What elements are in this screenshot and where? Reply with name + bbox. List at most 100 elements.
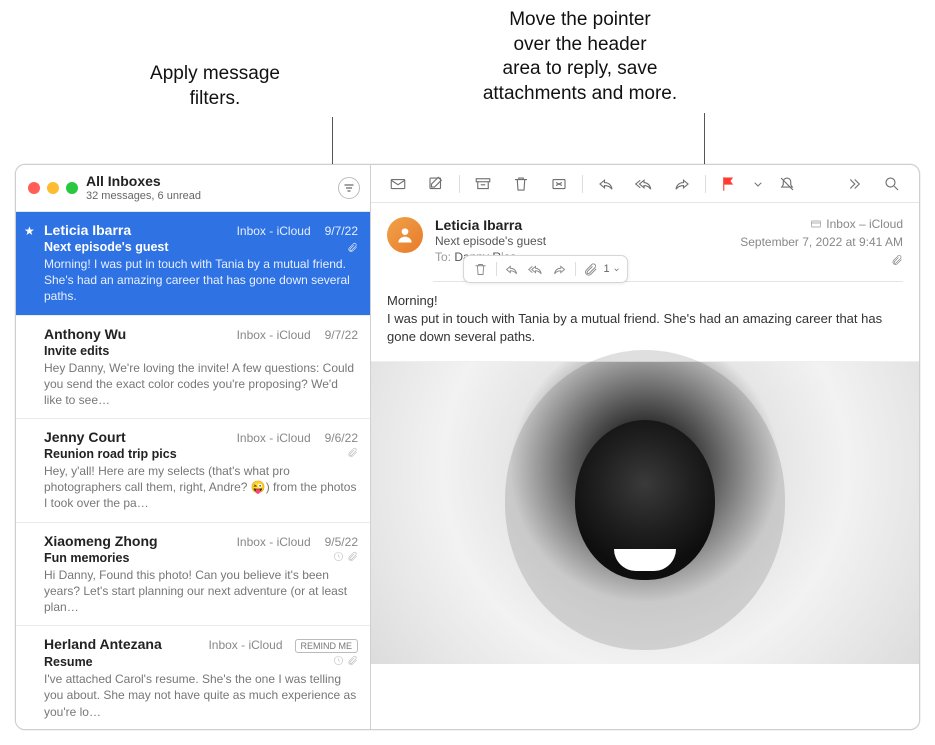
message-sender: Anthony Wu bbox=[44, 326, 126, 342]
message-sender: Xiaomeng Zhong bbox=[44, 533, 158, 549]
message-body: Morning! I was put in touch with Tania b… bbox=[371, 282, 919, 347]
reply-icon bbox=[597, 175, 615, 193]
message-subject: Next episode's guest bbox=[44, 240, 358, 254]
message-row[interactable]: Jenny CourtInbox - iCloud9/6/22Reunion r… bbox=[16, 419, 370, 523]
flag-menu-button[interactable] bbox=[750, 171, 766, 197]
search-button[interactable] bbox=[875, 171, 909, 197]
get-mail-button[interactable] bbox=[381, 171, 415, 197]
archive-icon bbox=[474, 175, 492, 193]
message-inline-image[interactable] bbox=[371, 361, 919, 664]
trash-icon bbox=[473, 262, 488, 277]
message-list[interactable]: ★Leticia IbarraInbox - iCloud9/7/22Next … bbox=[16, 212, 370, 729]
mute-button[interactable] bbox=[770, 171, 804, 197]
forward-button[interactable] bbox=[665, 171, 699, 197]
message-header[interactable]: Leticia Ibarra Next episode's guest To: … bbox=[371, 203, 919, 275]
message-attachment-indicator bbox=[740, 251, 903, 269]
message-viewer-panel: Leticia Ibarra Next episode's guest To: … bbox=[371, 165, 919, 729]
message-date: 9/6/22 bbox=[325, 431, 358, 445]
message-to-label: To: bbox=[435, 250, 451, 264]
message-subject: Fun memories bbox=[44, 551, 358, 565]
popover-attachment-count[interactable]: 1 bbox=[604, 263, 621, 275]
message-row[interactable]: Anthony WuInbox - iCloud9/7/22Invite edi… bbox=[16, 316, 370, 420]
popover-reply-all-button[interactable] bbox=[525, 260, 547, 278]
reply-all-icon bbox=[635, 175, 653, 193]
message-indicators bbox=[347, 447, 358, 458]
chevron-down-icon bbox=[612, 265, 621, 274]
paperclip-icon bbox=[347, 242, 358, 253]
reply-all-icon bbox=[528, 262, 543, 277]
message-preview: Hey Danny, We're loving the invite! A fe… bbox=[44, 360, 358, 409]
paperclip-icon bbox=[347, 551, 358, 562]
popover-forward-button[interactable] bbox=[549, 260, 571, 278]
filter-icon bbox=[343, 182, 355, 194]
paperclip-icon bbox=[347, 447, 358, 458]
popover-delete-button[interactable] bbox=[470, 260, 492, 278]
message-from: Leticia Ibarra bbox=[435, 217, 728, 233]
window-controls[interactable] bbox=[28, 182, 78, 194]
forward-icon bbox=[552, 262, 567, 277]
forward-icon bbox=[673, 175, 691, 193]
message-list-panel: All Inboxes 32 messages, 6 unread ★Letic… bbox=[16, 165, 371, 729]
reply-button[interactable] bbox=[589, 171, 623, 197]
message-date: September 7, 2022 at 9:41 AM bbox=[740, 235, 903, 249]
reply-icon bbox=[504, 262, 519, 277]
callout-rule bbox=[704, 113, 705, 168]
header-action-popover[interactable]: 1 bbox=[463, 255, 628, 283]
callout-filter-text: Apply messagefilters. bbox=[150, 63, 280, 109]
message-mailbox[interactable]: Inbox – iCloud bbox=[810, 217, 903, 231]
paperclip-icon bbox=[583, 262, 598, 277]
callout-header-hover: Move the pointerover the headerarea to r… bbox=[420, 8, 740, 168]
filter-button[interactable] bbox=[338, 177, 360, 199]
bell-slash-icon bbox=[778, 175, 796, 193]
delete-button[interactable] bbox=[504, 171, 538, 197]
junk-button[interactable] bbox=[542, 171, 576, 197]
sender-avatar[interactable] bbox=[387, 217, 423, 253]
message-mailbox: Inbox - iCloud bbox=[237, 224, 311, 238]
toolbar bbox=[371, 165, 919, 203]
message-preview: I've attached Carol's resume. She's the … bbox=[44, 671, 358, 720]
message-indicators bbox=[333, 551, 358, 562]
mailbox-status: 32 messages, 6 unread bbox=[86, 190, 330, 203]
paperclip-icon bbox=[891, 254, 903, 266]
message-sender: Jenny Court bbox=[44, 429, 126, 445]
toolbar-separator bbox=[705, 175, 706, 193]
message-header-right: Inbox – iCloud September 7, 2022 at 9:41… bbox=[740, 217, 903, 269]
flag-button[interactable] bbox=[712, 171, 746, 197]
chevrons-right-icon bbox=[845, 175, 863, 193]
trash-icon bbox=[512, 175, 530, 193]
message-subject: Invite edits bbox=[44, 344, 358, 358]
close-window-button[interactable] bbox=[28, 182, 40, 194]
message-sender: Leticia Ibarra bbox=[44, 222, 131, 238]
message-date: 9/7/22 bbox=[325, 224, 358, 238]
popover-attachments-button[interactable] bbox=[580, 260, 602, 278]
remind-me-badge: REMIND ME bbox=[295, 639, 359, 653]
reply-all-button[interactable] bbox=[627, 171, 661, 197]
message-sender: Herland Antezana bbox=[44, 636, 162, 652]
callout-header-text: Move the pointerover the headerarea to r… bbox=[483, 9, 677, 104]
message-mailbox: Inbox - iCloud bbox=[208, 638, 282, 652]
toolbar-separator bbox=[459, 175, 460, 193]
message-subject: Reunion road trip pics bbox=[44, 447, 358, 461]
callout-filter: Apply messagefilters. bbox=[70, 62, 360, 172]
message-date: 9/7/22 bbox=[325, 328, 358, 342]
envelope-icon bbox=[389, 175, 407, 193]
popover-reply-button[interactable] bbox=[501, 260, 523, 278]
message-row[interactable]: Xiaomeng ZhongInbox - iCloud9/5/22Fun me… bbox=[16, 523, 370, 627]
message-body-line: I was put in touch with Tania by a mutua… bbox=[387, 310, 903, 346]
message-row[interactable]: Herland AntezanaInbox - iCloudREMIND MER… bbox=[16, 626, 370, 729]
compose-button[interactable] bbox=[419, 171, 453, 197]
clock-icon bbox=[333, 655, 344, 666]
archive-button[interactable] bbox=[466, 171, 500, 197]
chevron-down-icon bbox=[750, 175, 766, 193]
popover-attachment-count-value: 1 bbox=[604, 263, 610, 275]
zoom-window-button[interactable] bbox=[66, 182, 78, 194]
message-preview: Hey, y'all! Here are my selects (that's … bbox=[44, 463, 358, 512]
minimize-window-button[interactable] bbox=[47, 182, 59, 194]
message-preview: Morning! I was put in touch with Tania b… bbox=[44, 256, 358, 305]
message-list-header: All Inboxes 32 messages, 6 unread bbox=[16, 165, 370, 212]
message-row[interactable]: ★Leticia IbarraInbox - iCloud9/7/22Next … bbox=[16, 212, 370, 316]
message-mailbox-label: Inbox – iCloud bbox=[826, 217, 903, 231]
toolbar-separator bbox=[582, 175, 583, 193]
more-toolbar-button[interactable] bbox=[837, 171, 871, 197]
message-mailbox: Inbox - iCloud bbox=[237, 535, 311, 549]
